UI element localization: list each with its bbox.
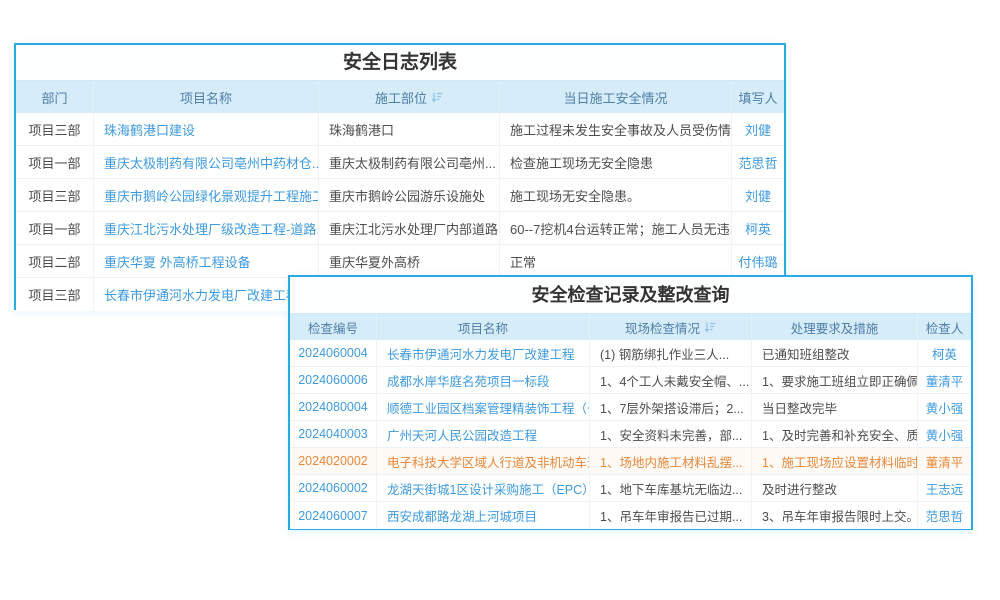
finding-cell: 1、地下车库基坑无临边... bbox=[590, 475, 752, 502]
project-link[interactable]: 珠海鹤港口建设 bbox=[94, 113, 319, 146]
table-row[interactable]: 2024060002 龙湖天街城1区设计采购施工（EPC）总承 1、地下车库基坑… bbox=[290, 475, 971, 502]
inspector-link[interactable]: 范思哲 bbox=[918, 502, 971, 529]
dept-cell: 项目一部 bbox=[16, 212, 94, 245]
project-link[interactable]: 长春市伊通河水力发电厂改建工程 bbox=[377, 340, 590, 367]
finding-cell: 1、安全资料未完善，部... bbox=[590, 421, 752, 448]
col-header-finding-label: 现场检查情况 bbox=[625, 318, 700, 337]
desktop: 安全日志列表 部门 项目名称 施工部位 当日施工安全情况 填写人 bbox=[0, 0, 1000, 600]
project-link[interactable]: 顺德工业园区档案管理精装饰工程（一标段 bbox=[377, 394, 590, 421]
table-row[interactable]: 项目一部 重庆江北污水处理厂级改造工程-道路... 重庆江北污水处理厂内部道路 … bbox=[16, 212, 784, 245]
inspection-body: 2024060004 长春市伊通河水力发电厂改建工程 (1) 钢筋绑扎作业三人.… bbox=[290, 340, 971, 529]
action-cell: 3、吊车年审报告限时上交。 bbox=[752, 502, 918, 529]
col-header-writer[interactable]: 填写人 bbox=[732, 81, 784, 113]
check-no-link[interactable]: 2024020002 bbox=[290, 448, 377, 475]
col-header-project[interactable]: 项目名称 bbox=[94, 81, 319, 113]
action-cell: 已通知班组整改 bbox=[752, 340, 918, 367]
check-no-link[interactable]: 2024040003 bbox=[290, 421, 377, 448]
col-header-check-no[interactable]: 检查编号 bbox=[290, 314, 377, 340]
writer-link[interactable]: 柯英 bbox=[732, 212, 784, 245]
safety-log-header-row: 部门 项目名称 施工部位 当日施工安全情况 填写人 bbox=[16, 80, 784, 113]
dept-cell: 项目三部 bbox=[16, 278, 94, 311]
col-header-action[interactable]: 处理要求及措施 bbox=[752, 314, 918, 340]
site-cell: 珠海鹤港口 bbox=[319, 113, 500, 146]
site-cell: 重庆市鹅岭公园游乐设施处 bbox=[319, 179, 500, 212]
inspection-header-row: 检查编号 项目名称 现场检查情况 处理要求及措施 检查人 bbox=[290, 313, 971, 340]
table-row[interactable]: 2024060007 西安成都路龙湖上河城项目 1、吊车年审报告已过期... 3… bbox=[290, 502, 971, 529]
table-row[interactable]: 2024020002 电子科技大学区域人行道及非机动车道工程 1、场地内施工材料… bbox=[290, 448, 971, 475]
project-link[interactable]: 重庆太极制药有限公司亳州中药材仓... bbox=[94, 146, 319, 179]
dept-cell: 项目三部 bbox=[16, 113, 94, 146]
check-no-link[interactable]: 2024080004 bbox=[290, 394, 377, 421]
dept-cell: 项目一部 bbox=[16, 146, 94, 179]
inspector-link[interactable]: 柯英 bbox=[918, 340, 971, 367]
col-header-project[interactable]: 项目名称 bbox=[377, 314, 590, 340]
table-row[interactable]: 2024060004 长春市伊通河水力发电厂改建工程 (1) 钢筋绑扎作业三人.… bbox=[290, 340, 971, 367]
finding-cell: 1、7层外架搭设滞后；2... bbox=[590, 394, 752, 421]
project-link[interactable]: 成都水岸华庭名苑项目一标段 bbox=[377, 367, 590, 394]
inspector-link[interactable]: 黄小强 bbox=[918, 394, 971, 421]
finding-cell: 1、吊车年审报告已过期... bbox=[590, 502, 752, 529]
table-row[interactable]: 项目二部 重庆华夏 外高桥工程设备 重庆华夏外高桥 正常 付伟璐 bbox=[16, 245, 784, 278]
writer-link[interactable]: 付伟璐 bbox=[732, 245, 784, 278]
dept-cell: 项目二部 bbox=[16, 245, 94, 278]
status-cell: 60--7挖机4台运转正常；施工人员无违... bbox=[500, 212, 732, 245]
inspection-query-title: 安全检查记录及整改查询 bbox=[290, 277, 971, 313]
sort-icon[interactable] bbox=[704, 321, 716, 333]
writer-link[interactable]: 刘健 bbox=[732, 179, 784, 212]
table-row[interactable]: 项目一部 重庆太极制药有限公司亳州中药材仓... 重庆太极制药有限公司亳州...… bbox=[16, 146, 784, 179]
project-link[interactable]: 长春市伊通河水力发电厂改建工程 bbox=[94, 278, 319, 311]
col-header-site[interactable]: 施工部位 bbox=[319, 81, 500, 113]
check-no-link[interactable]: 2024060004 bbox=[290, 340, 377, 367]
inspector-link[interactable]: 董清平 bbox=[918, 448, 971, 475]
project-link[interactable]: 重庆市鹅岭公园绿化景观提升工程施工 bbox=[94, 179, 319, 212]
table-row[interactable]: 2024060006 成都水岸华庭名苑项目一标段 1、4个工人未戴安全帽、...… bbox=[290, 367, 971, 394]
site-cell: 重庆江北污水处理厂内部道路 bbox=[319, 212, 500, 245]
col-header-finding[interactable]: 现场检查情况 bbox=[590, 314, 752, 340]
sort-icon[interactable] bbox=[431, 91, 443, 103]
col-header-status[interactable]: 当日施工安全情况 bbox=[500, 81, 732, 113]
table-row[interactable]: 项目三部 重庆市鹅岭公园绿化景观提升工程施工 重庆市鹅岭公园游乐设施处 施工现场… bbox=[16, 179, 784, 212]
project-link[interactable]: 重庆江北污水处理厂级改造工程-道路... bbox=[94, 212, 319, 245]
action-cell: 1、及时完善和补充安全、质... bbox=[752, 421, 918, 448]
dept-cell: 项目三部 bbox=[16, 179, 94, 212]
safety-log-title: 安全日志列表 bbox=[16, 45, 784, 80]
check-no-link[interactable]: 2024060006 bbox=[290, 367, 377, 394]
status-cell: 施工过程未发生安全事故及人员受伤情况 bbox=[500, 113, 732, 146]
check-no-link[interactable]: 2024060002 bbox=[290, 475, 377, 502]
safety-log-window: 安全日志列表 部门 项目名称 施工部位 当日施工安全情况 填写人 bbox=[14, 43, 786, 310]
table-row[interactable]: 2024040003 广州天河人民公园改造工程 1、安全资料未完善，部... 1… bbox=[290, 421, 971, 448]
project-link[interactable]: 重庆华夏 外高桥工程设备 bbox=[94, 245, 319, 278]
table-row[interactable]: 2024080004 顺德工业园区档案管理精装饰工程（一标段 1、7层外架搭设滞… bbox=[290, 394, 971, 421]
action-cell: 当日整改完毕 bbox=[752, 394, 918, 421]
action-cell: 1、要求施工班组立即正确佩... bbox=[752, 367, 918, 394]
project-link[interactable]: 广州天河人民公园改造工程 bbox=[377, 421, 590, 448]
inspector-link[interactable]: 董清平 bbox=[918, 367, 971, 394]
project-link[interactable]: 西安成都路龙湖上河城项目 bbox=[377, 502, 590, 529]
site-cell: 重庆太极制药有限公司亳州... bbox=[319, 146, 500, 179]
inspector-link[interactable]: 黄小强 bbox=[918, 421, 971, 448]
inspection-query-window: 安全检查记录及整改查询 检查编号 项目名称 现场检查情况 处理要求及措施 检查人 bbox=[288, 275, 973, 530]
action-cell: 及时进行整改 bbox=[752, 475, 918, 502]
col-header-site-label: 施工部位 bbox=[375, 88, 427, 107]
status-cell: 检查施工现场无安全隐患 bbox=[500, 146, 732, 179]
col-header-inspector[interactable]: 检查人 bbox=[918, 314, 971, 340]
finding-cell: 1、4个工人未戴安全帽、... bbox=[590, 367, 752, 394]
inspector-link[interactable]: 王志远 bbox=[918, 475, 971, 502]
project-link[interactable]: 电子科技大学区域人行道及非机动车道工程 bbox=[377, 448, 590, 475]
action-cell: 1、施工现场应设置材料临时... bbox=[752, 448, 918, 475]
finding-cell: 1、场地内施工材料乱摆... bbox=[590, 448, 752, 475]
writer-link[interactable]: 范思哲 bbox=[732, 146, 784, 179]
col-header-dept[interactable]: 部门 bbox=[16, 81, 94, 113]
status-cell: 正常 bbox=[500, 245, 732, 278]
status-cell: 施工现场无安全隐患。 bbox=[500, 179, 732, 212]
finding-cell: (1) 钢筋绑扎作业三人... bbox=[590, 340, 752, 367]
check-no-link[interactable]: 2024060007 bbox=[290, 502, 377, 529]
writer-link[interactable]: 刘健 bbox=[732, 113, 784, 146]
table-row[interactable]: 项目三部 珠海鹤港口建设 珠海鹤港口 施工过程未发生安全事故及人员受伤情况 刘健 bbox=[16, 113, 784, 146]
site-cell: 重庆华夏外高桥 bbox=[319, 245, 500, 278]
project-link[interactable]: 龙湖天街城1区设计采购施工（EPC）总承 bbox=[377, 475, 590, 502]
